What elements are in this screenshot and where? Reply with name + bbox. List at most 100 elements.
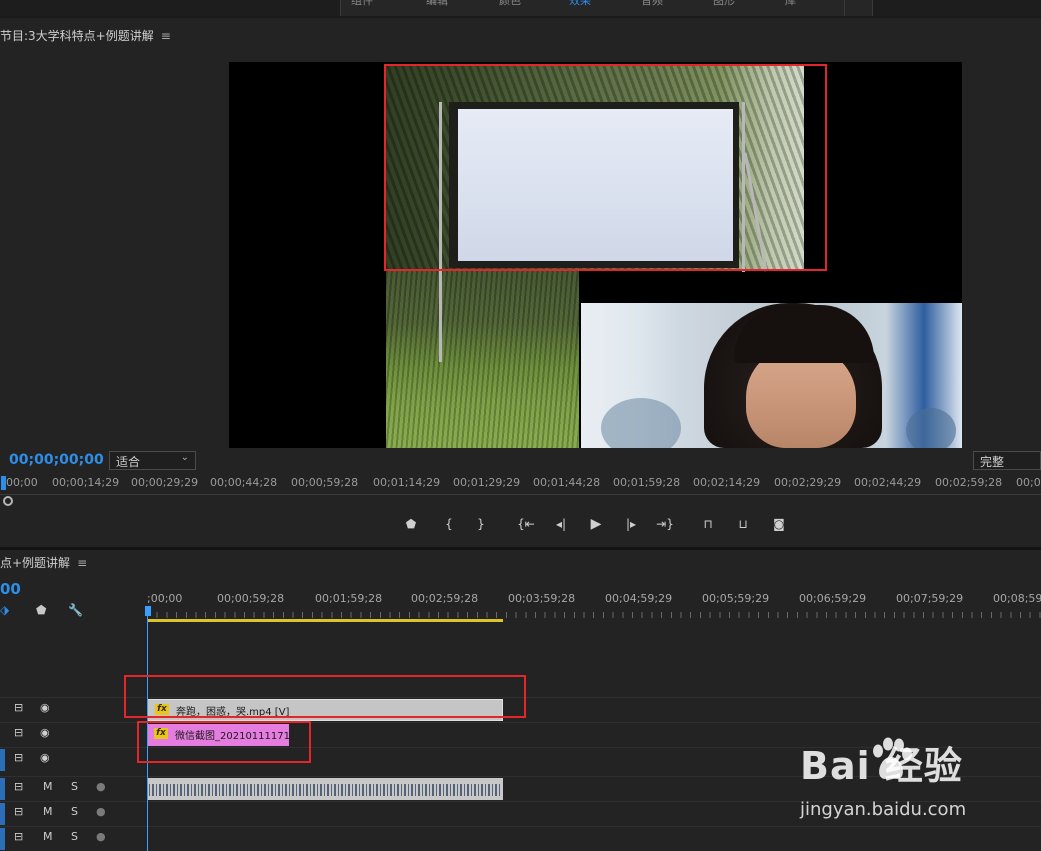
lift-icon[interactable]: ⊓ (698, 514, 718, 534)
snap-icon[interactable]: ⬗ (0, 603, 9, 617)
step-forward-icon[interactable]: |▸ (621, 514, 641, 534)
eye-icon[interactable]: ◉ (40, 726, 50, 739)
track-header: ⊟ ◉ (0, 748, 140, 772)
workspace-overflow[interactable] (845, 0, 873, 16)
ruler-tick: 00;01;59;28 (315, 592, 383, 605)
track-header: ⊟ M S ● (0, 777, 140, 801)
ruler-tick: 00;00;59;28 (291, 476, 359, 489)
film-icon[interactable]: ⊟ (14, 726, 23, 739)
track-target-indicator[interactable] (0, 828, 5, 850)
audio-waveform (149, 784, 501, 796)
grass-image (386, 270, 579, 448)
ruler-tick: 00;04;59;29 (605, 592, 673, 605)
mute-button[interactable]: M (43, 805, 53, 818)
panel-menu-icon[interactable]: ≡ (77, 556, 87, 570)
ruler-tick: 00;03 (1016, 476, 1041, 489)
film-icon[interactable]: ⊟ (14, 701, 23, 714)
step-back-icon[interactable]: ◂| (551, 514, 571, 534)
panel-divider (0, 547, 1041, 550)
solo-button[interactable]: S (71, 830, 78, 843)
go-to-in-icon[interactable]: {⇤ (516, 514, 536, 534)
playhead-handle[interactable] (145, 606, 151, 616)
film-icon[interactable]: ⊟ (14, 751, 23, 764)
ruler-tick: 00;02;29;29 (774, 476, 842, 489)
camera-icon[interactable]: ◙ (769, 514, 789, 534)
ruler-tick: 00;02;44;29 (854, 476, 922, 489)
highlight-box (124, 675, 526, 718)
ruler-tick: 00;01;59;28 (613, 476, 681, 489)
panel-divider (0, 16, 1041, 18)
ruler-tick: 00;00;44;28 (210, 476, 278, 489)
play-icon[interactable]: ▶ (586, 514, 606, 534)
microphone-icon[interactable]: ● (96, 830, 106, 843)
workspace-tab[interactable]: 组件 (351, 0, 373, 8)
microphone-icon[interactable]: ● (96, 805, 106, 818)
ruler-tick: 00;03;59;28 (508, 592, 576, 605)
mute-button[interactable]: M (43, 830, 53, 843)
ruler-tick: ;00;00 (147, 592, 183, 605)
add-marker-icon[interactable]: ⬟ (36, 603, 46, 617)
baidu-paw-icon (873, 737, 912, 779)
work-area-bar[interactable] (147, 619, 503, 622)
workspace-tab[interactable]: 颜色 (499, 0, 521, 8)
track-header: ⊟ ◉ (0, 698, 140, 722)
workspace-tab[interactable]: 音频 (641, 0, 663, 8)
film-icon[interactable]: ⊟ (14, 805, 23, 818)
workspace-tab[interactable]: 编辑 (426, 0, 448, 8)
mark-in-icon[interactable]: { (439, 514, 459, 534)
track-target-indicator[interactable] (0, 749, 5, 771)
audio-clip-a1[interactable] (147, 778, 503, 800)
playhead-marker[interactable] (1, 476, 6, 490)
ruler-tick: 00;00;29;29 (131, 476, 199, 489)
scrub-bar[interactable] (0, 494, 1041, 495)
zoom-fit-select[interactable]: 适合 ⌄ (109, 451, 196, 470)
program-monitor-title[interactable]: 节目:3大学科特点+例题讲解 ≡ (0, 27, 171, 44)
ruler-tick: 00;05;59;29 (702, 592, 770, 605)
ruler-tick: 00;08;59;29 (993, 592, 1041, 605)
solo-button[interactable]: S (71, 805, 78, 818)
playback-quality-select[interactable]: 完整 (973, 451, 1041, 470)
film-icon[interactable]: ⊟ (14, 830, 23, 843)
eye-icon[interactable]: ◉ (40, 701, 50, 714)
workspace-tabs: 组件 编辑 颜色 效果 音频 图形 库 (340, 0, 845, 16)
mute-button[interactable]: M (43, 780, 53, 793)
microphone-icon[interactable]: ● (96, 780, 106, 793)
ruler-tick: 00;02;14;29 (693, 476, 761, 489)
track-header: ⊟ ◉ (0, 723, 140, 747)
highlight-box (137, 721, 311, 763)
ruler-tick: 00;01;29;29 (453, 476, 521, 489)
marker-icon[interactable]: ⬟ (401, 514, 421, 534)
timeline-panel-title[interactable]: 点+例题讲解 ≡ (0, 554, 87, 571)
ruler-tick: 00;06;59;29 (799, 592, 867, 605)
track-target-indicator[interactable] (0, 778, 5, 800)
eye-icon[interactable]: ◉ (40, 751, 50, 764)
film-icon[interactable]: ⊟ (14, 780, 23, 793)
track-target-indicator[interactable] (0, 803, 5, 825)
ruler-tick: 00;00 (6, 476, 38, 489)
extract-icon[interactable]: ⊔ (733, 514, 753, 534)
ruler-tick: 00;01;44;28 (533, 476, 601, 489)
playback-quality-value: 完整 (980, 455, 1005, 469)
ruler-tick-marks (147, 612, 1041, 618)
ruler-tick: 00;02;59;28 (411, 592, 479, 605)
workspace-tab-active[interactable]: 效果 (569, 0, 591, 8)
chevron-down-icon: ⌄ (180, 452, 189, 463)
timeline-timecode[interactable]: 00 (0, 580, 21, 598)
workspace-tab[interactable]: 图形 (713, 0, 735, 8)
zoom-fit-value: 适合 (116, 455, 141, 469)
mark-out-icon[interactable]: } (471, 514, 491, 534)
program-timecode[interactable]: 00;00;00;00 (9, 452, 104, 468)
track-header: ⊟ M S ● (0, 802, 140, 826)
zoom-handle[interactable] (3, 496, 13, 506)
ruler-tick: 00;00;59;28 (217, 592, 285, 605)
workspace-tab[interactable]: 库 (785, 0, 796, 8)
workspace-bar: 组件 编辑 颜色 效果 音频 图形 库 (0, 0, 1041, 16)
timeline-tools: ⬗ ⬟ 🔧 (0, 603, 100, 621)
solo-button[interactable]: S (71, 780, 78, 793)
panel-menu-icon[interactable]: ≡ (161, 29, 171, 43)
ruler-tick: 00;02;59;28 (935, 476, 1003, 489)
highlight-box (384, 64, 827, 271)
wrench-icon[interactable]: 🔧 (68, 603, 83, 617)
watermark-url: jingyan.baidu.com (800, 799, 967, 820)
go-to-out-icon[interactable]: ⇥} (655, 514, 675, 534)
